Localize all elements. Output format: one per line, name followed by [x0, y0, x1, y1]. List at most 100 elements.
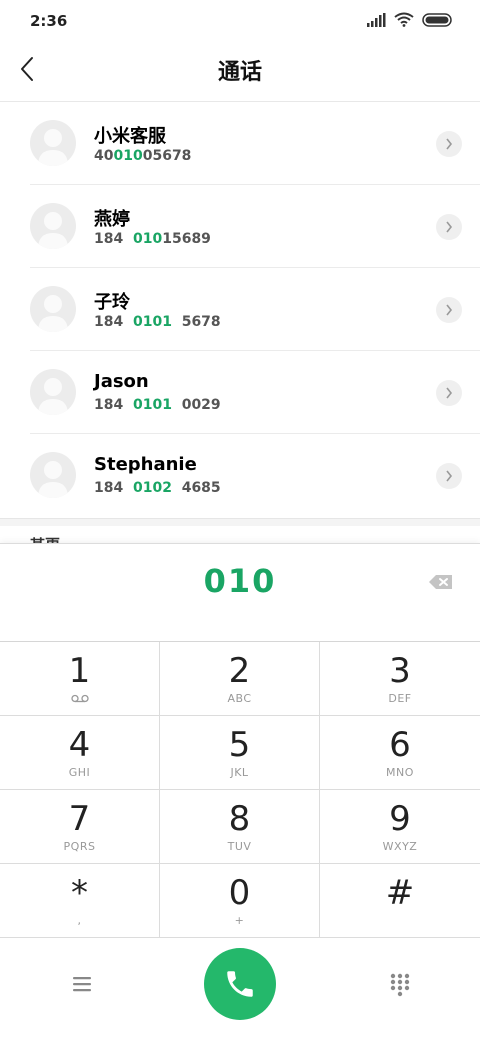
number-suffix: 15689	[162, 231, 211, 247]
key-letters: WXYZ	[382, 840, 418, 853]
keypad: 1 2 ABC 3 DEF 4 GHI 5 JKL 6 MNO 7 PQRS 8…	[0, 642, 480, 938]
backspace-button[interactable]	[428, 572, 454, 592]
status-time: 2:36	[30, 12, 68, 30]
key-digit: 7	[68, 799, 91, 839]
number-match: 010	[132, 231, 163, 247]
number-prefix: 184	[94, 314, 133, 330]
avatar	[30, 452, 76, 498]
call-button[interactable]	[204, 948, 276, 1020]
key-2[interactable]: 2 ABC	[160, 642, 320, 716]
number-suffix: 5678	[171, 314, 221, 330]
voicemail-icon	[70, 694, 89, 703]
key-digit: *	[71, 873, 88, 913]
chevron-right-icon	[446, 387, 453, 399]
key-0[interactable]: 0 +	[160, 864, 320, 938]
avatar	[30, 286, 76, 332]
key-9[interactable]: 9 WXYZ	[320, 790, 480, 864]
key-letters: MNO	[386, 766, 414, 779]
key-digit: 5	[228, 725, 251, 765]
contact-name: Stephanie	[94, 454, 197, 475]
bottom-bar	[0, 938, 480, 1040]
dialed-number[interactable]: 010	[0, 562, 480, 600]
key-3[interactable]: 3 DEF	[320, 642, 480, 716]
dialpad-icon	[390, 973, 410, 997]
menu-button[interactable]	[70, 972, 94, 996]
avatar	[30, 120, 76, 166]
contact-number: 184 0101 5678	[94, 314, 221, 330]
chevron-right-icon	[446, 138, 453, 150]
key-digit: 1	[68, 651, 91, 691]
key-5[interactable]: 5 JKL	[160, 716, 320, 790]
key-letters: ,	[77, 914, 82, 927]
key-letters: +	[234, 914, 245, 927]
key-digit: #	[385, 873, 415, 913]
phone-icon	[227, 971, 253, 997]
status-icons	[366, 12, 454, 27]
number-suffix: 05678	[142, 148, 192, 164]
key-6[interactable]: 6 MNO	[320, 716, 480, 790]
contact-row[interactable]: Jason 184 0101 0029	[30, 351, 480, 434]
key-letters: PQRS	[63, 840, 96, 853]
contact-detail-button[interactable]	[436, 463, 462, 489]
contact-name: 子玲	[94, 292, 130, 313]
key-1[interactable]: 1	[0, 642, 160, 716]
backspace-icon	[429, 575, 452, 589]
contact-detail-button[interactable]	[436, 131, 462, 157]
contact-row[interactable]: 燕婷 184 01015689	[30, 185, 480, 268]
wifi-icon	[394, 12, 414, 27]
contact-detail-button[interactable]	[436, 214, 462, 240]
chevron-right-icon	[446, 221, 453, 233]
header: 通话	[0, 44, 480, 102]
menu-icon	[73, 977, 91, 992]
avatar-placeholder-icon	[38, 129, 68, 166]
contact-detail-button[interactable]	[436, 297, 462, 323]
number-prefix: 184	[94, 231, 133, 247]
key-4[interactable]: 4 GHI	[0, 716, 160, 790]
key-letters: ABC	[227, 692, 252, 705]
number-suffix: 0029	[171, 397, 221, 413]
contact-row[interactable]: 子玲 184 0101 5678	[30, 268, 480, 351]
number-prefix: 184	[94, 397, 133, 413]
key-8[interactable]: 8 TUV	[160, 790, 320, 864]
contact-number: 184 0101 0029	[94, 397, 221, 413]
number-prefix: 40	[94, 148, 114, 164]
status-bar: 2:36	[0, 0, 480, 44]
number-suffix: 4685	[171, 480, 221, 496]
avatar-placeholder-icon	[38, 378, 68, 415]
key-letters: DEF	[388, 692, 412, 705]
avatar-placeholder-icon	[38, 461, 68, 498]
dialpad-toggle-button[interactable]	[388, 972, 412, 997]
battery-icon	[422, 12, 452, 27]
contact-name: 小米客服	[94, 126, 166, 147]
key-hash[interactable]: #	[320, 864, 480, 938]
contact-number: 184 0102 4685	[94, 480, 221, 496]
contact-row[interactable]: Stephanie 184 0102 4685	[30, 434, 480, 517]
page-title: 通话	[217, 60, 262, 85]
contact-number: 184 01015689	[94, 231, 211, 247]
avatar-placeholder-icon	[38, 295, 68, 332]
number-match: 0101	[132, 397, 172, 413]
key-letters: GHI	[68, 766, 91, 779]
avatar	[30, 369, 76, 415]
key-digit: 9	[389, 799, 411, 839]
dial-input-area: 010	[0, 544, 480, 642]
key-7[interactable]: 7 PQRS	[0, 790, 160, 864]
signal-icon	[367, 12, 386, 27]
key-digit: 3	[389, 651, 411, 691]
key-digit: 6	[389, 725, 411, 765]
chevron-right-icon	[446, 304, 453, 316]
contact-row[interactable]: 小米客服 4001005678	[30, 102, 480, 185]
avatar	[30, 203, 76, 249]
key-digit: 8	[228, 799, 251, 839]
contact-name: Jason	[94, 371, 149, 392]
number-match: 0102	[132, 480, 172, 496]
chevron-right-icon	[446, 470, 453, 482]
dialpad-panel: 010 1 2 ABC 3 DEF 4 GHI 5 JKL 6 MNO 7 PQ…	[0, 543, 480, 1040]
section-header-peek: 某更	[30, 526, 150, 544]
key-star[interactable]: * ,	[0, 864, 160, 938]
number-match: 0101	[132, 314, 172, 330]
contact-name: 燕婷	[94, 209, 130, 230]
avatar-placeholder-icon	[38, 212, 68, 249]
contact-detail-button[interactable]	[436, 380, 462, 406]
number-match: 010	[113, 148, 143, 164]
